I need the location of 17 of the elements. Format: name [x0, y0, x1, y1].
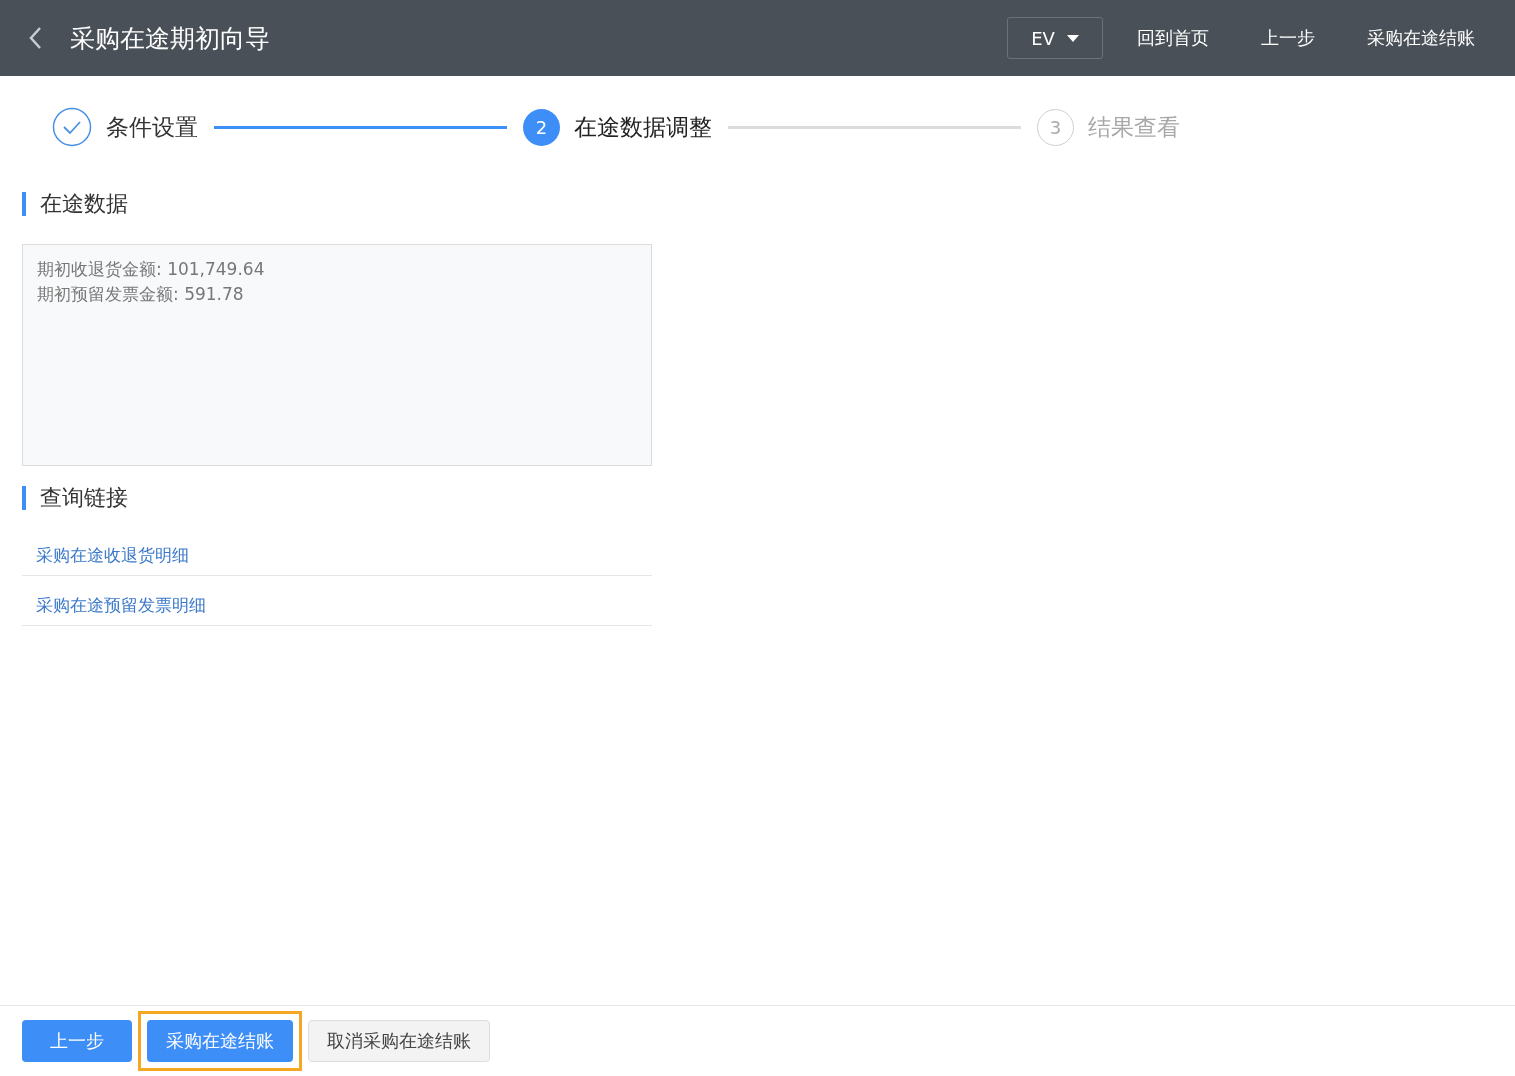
caret-down-icon: [1066, 34, 1079, 42]
header-link[interactable]: 上一步: [1261, 26, 1315, 50]
footer-button[interactable]: 取消采购在途结账: [308, 1020, 490, 1062]
step-number: 2: [523, 108, 560, 146]
query-link[interactable]: 采购在途收退货明细: [36, 545, 189, 565]
step-label: 结果查看: [1088, 112, 1180, 142]
amount-line: 期初预留发票金额: 591.78: [37, 283, 245, 306]
header-link[interactable]: 回到首页: [1137, 26, 1209, 50]
page-title: 采购在途期初向导: [70, 22, 270, 55]
step-label: 条件设置: [106, 112, 198, 142]
amount-line: 期初收退货金额: 101,749.64: [37, 258, 266, 281]
section-title: 查询链接: [22, 486, 128, 510]
header-link[interactable]: 采购在途结账: [1367, 26, 1475, 50]
org-dropdown[interactable]: EV: [1007, 17, 1103, 59]
query-link[interactable]: 采购在途预留发票明细: [36, 595, 206, 615]
step-label: 在途数据调整: [574, 112, 712, 142]
section-title: 在途数据: [22, 192, 128, 216]
